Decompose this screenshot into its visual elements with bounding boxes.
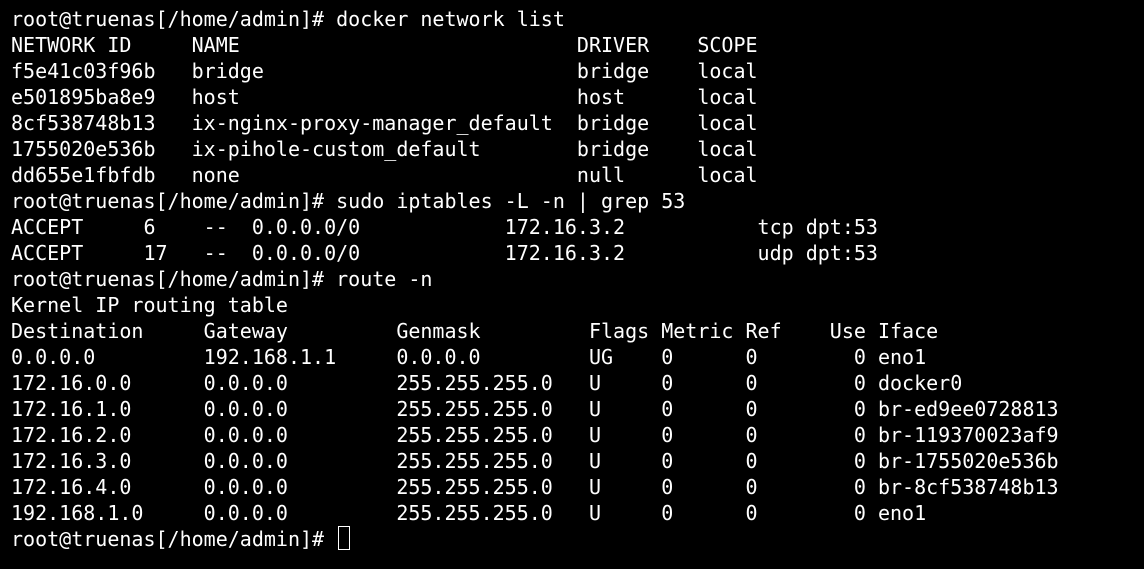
terminal-line-iptables-row: ACCEPT 6 -- 0.0.0.0/0 172.16.3.2 tcp dpt… <box>11 215 878 239</box>
terminal-line-network-row: 1755020e536b ix-pihole-custom_default br… <box>11 137 758 161</box>
terminal-line-cmd-route: root@truenas[/home/admin]# route -n <box>11 267 433 291</box>
terminal-line-network-row: f5e41c03f96b bridge bridge local <box>11 59 758 83</box>
terminal-line-routing-title: Kernel IP routing table <box>11 293 288 317</box>
terminal-prompt: root@truenas[/home/admin]# <box>11 527 337 551</box>
terminal-line-routing-row: 0.0.0.0 192.168.1.1 0.0.0.0 UG 0 0 0 eno… <box>11 345 927 369</box>
terminal-line-routing-header: Destination Gateway Genmask Flags Metric… <box>11 319 939 343</box>
terminal-line-network-row: 8cf538748b13 ix-nginx-proxy-manager_defa… <box>11 111 758 135</box>
terminal-line-routing-row: 172.16.2.0 0.0.0.0 255.255.255.0 U 0 0 0… <box>11 423 1059 447</box>
terminal-line-network-row: e501895ba8e9 host host local <box>11 85 758 109</box>
terminal-line-routing-row: 172.16.3.0 0.0.0.0 255.255.255.0 U 0 0 0… <box>11 449 1059 473</box>
terminal-window[interactable]: root@truenas[/home/admin]# docker networ… <box>0 0 1144 569</box>
terminal-line-routing-row: 172.16.1.0 0.0.0.0 255.255.255.0 U 0 0 0… <box>11 397 1059 421</box>
terminal-line-network-header: NETWORK ID NAME DRIVER SCOPE <box>11 33 758 57</box>
terminal-input-line[interactable]: root@truenas[/home/admin]# <box>11 526 1144 552</box>
text-cursor <box>338 526 351 550</box>
terminal-line-cmd-docker-network-list: root@truenas[/home/admin]# docker networ… <box>11 7 565 31</box>
terminal-output: root@truenas[/home/admin]# docker networ… <box>11 6 1144 526</box>
terminal-line-routing-row: 192.168.1.0 0.0.0.0 255.255.255.0 U 0 0 … <box>11 501 927 525</box>
terminal-line-network-row: dd655e1fbfdb none null local <box>11 163 758 187</box>
terminal-line-routing-row: 172.16.4.0 0.0.0.0 255.255.255.0 U 0 0 0… <box>11 475 1059 499</box>
terminal-line-routing-row: 172.16.0.0 0.0.0.0 255.255.255.0 U 0 0 0… <box>11 371 963 395</box>
terminal-line-iptables-row: ACCEPT 17 -- 0.0.0.0/0 172.16.3.2 udp dp… <box>11 241 878 265</box>
terminal-line-cmd-iptables: root@truenas[/home/admin]# sudo iptables… <box>11 189 686 213</box>
